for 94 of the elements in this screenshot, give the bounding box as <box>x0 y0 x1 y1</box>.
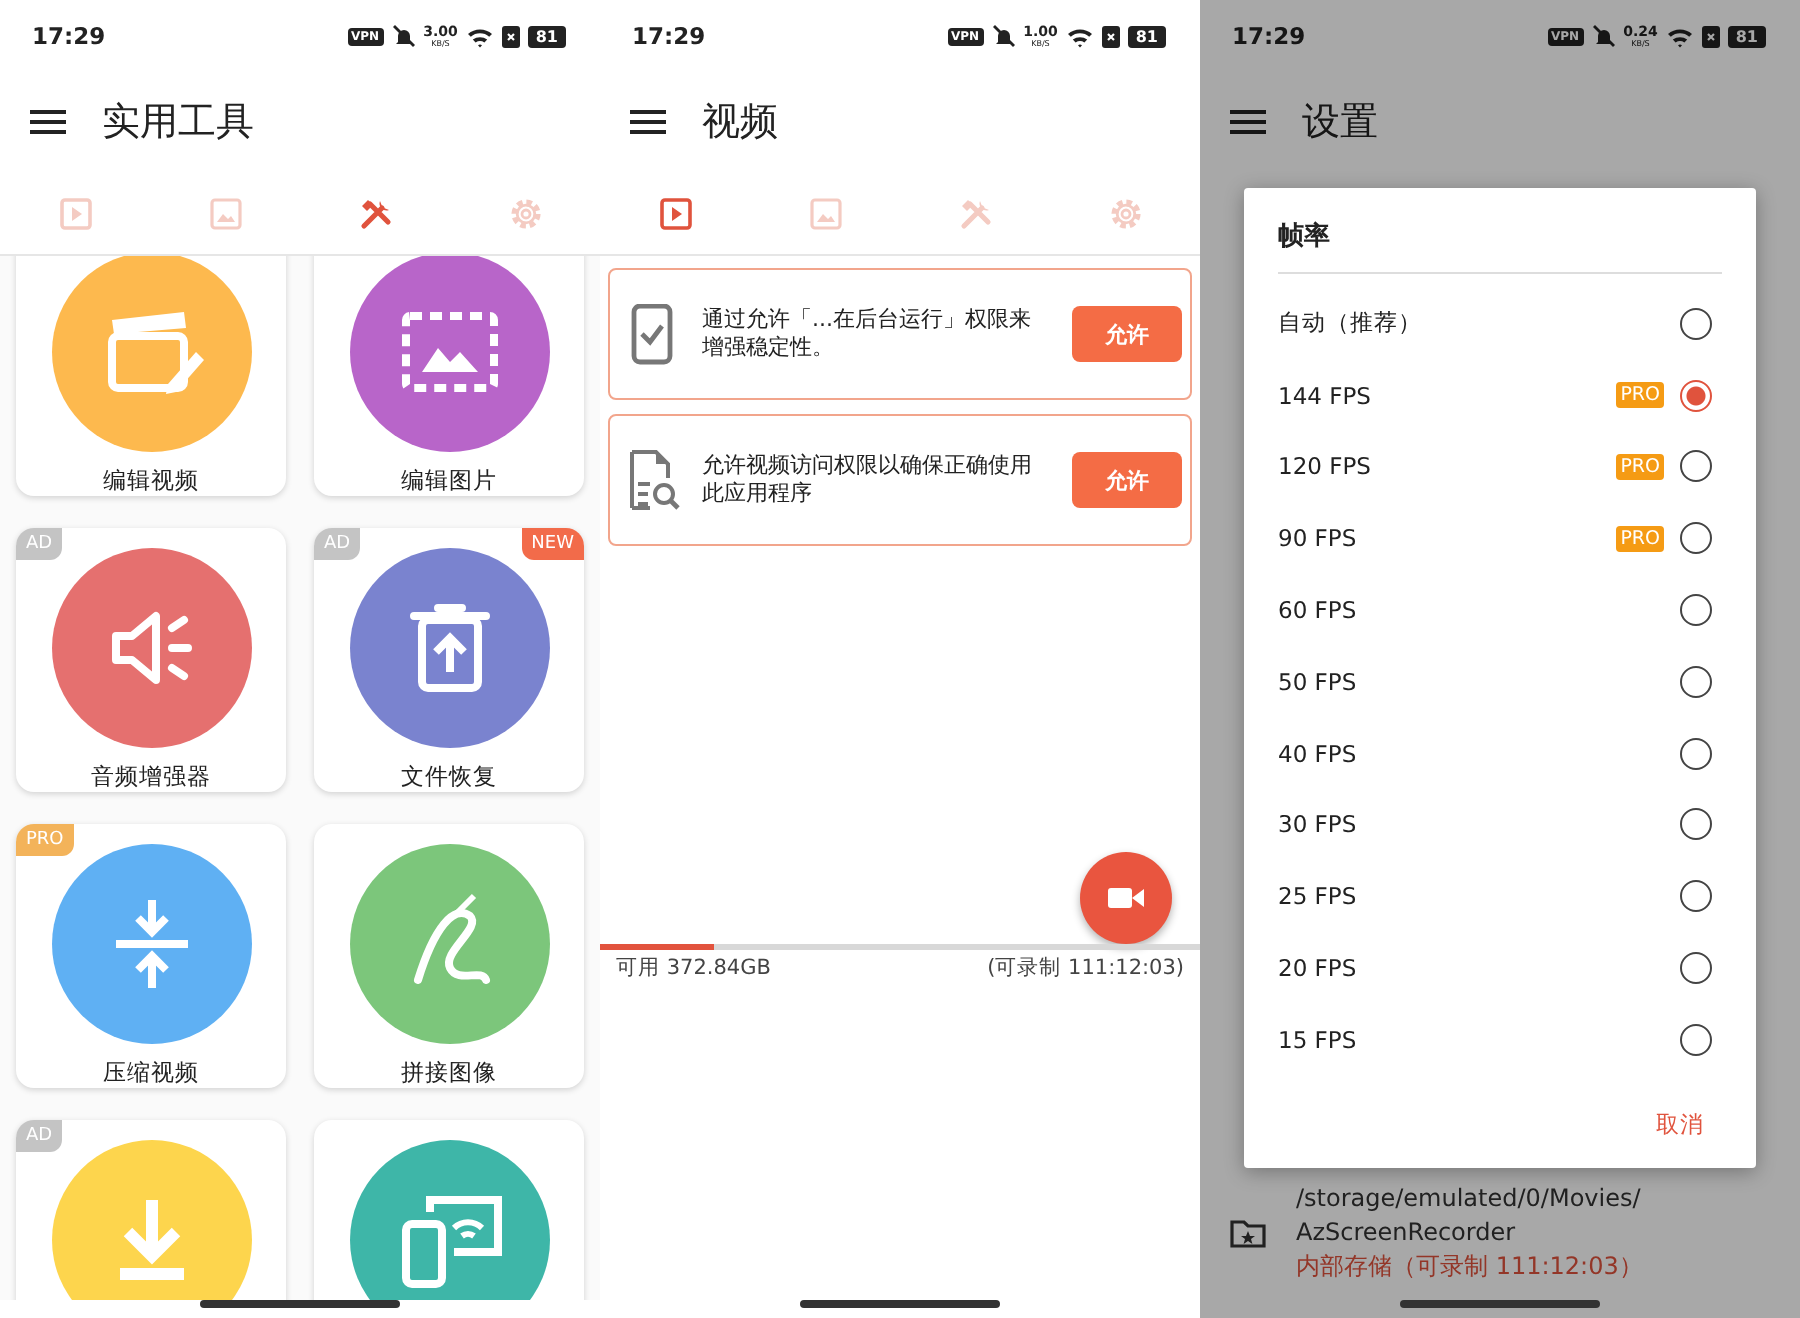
video-camera-icon <box>1108 885 1144 909</box>
tool-label: 压缩视频 <box>103 1058 199 1088</box>
tools-icon <box>957 195 993 231</box>
gear-icon <box>1107 195 1143 231</box>
folder-path: /storage/emulated/0/Movies/ AzScreenRecorder <box>1296 1182 1643 1250</box>
ad-badge: AD <box>16 528 63 560</box>
tool-card[interactable]: 拼接图像 <box>314 824 584 1088</box>
ad-badge: AD <box>16 1120 63 1152</box>
screen-title: 实用工具 <box>102 98 254 148</box>
sim-icon <box>1701 25 1720 47</box>
image-icon <box>807 195 843 231</box>
radio-button[interactable] <box>1680 737 1712 770</box>
option-label: 20 FPS <box>1278 954 1359 983</box>
permission-text: 允许视频访问权限以确保正确使用此应用程序 <box>700 452 1034 508</box>
image-icon <box>207 195 243 231</box>
tool-card[interactable]: 编辑图片 <box>314 256 584 496</box>
sim-icon <box>1101 25 1120 47</box>
wifi-icon <box>1065 25 1094 47</box>
record-time: (可录制 111:12:03) <box>987 953 1184 983</box>
play-square-icon <box>657 195 693 231</box>
tool-label: 编辑图片 <box>401 466 497 496</box>
option-label: 50 FPS <box>1278 667 1359 696</box>
pro-badge: PRO <box>1616 382 1664 409</box>
folder-star-icon <box>1230 1218 1266 1248</box>
tools-icon <box>357 195 393 231</box>
option-label: 40 FPS <box>1278 739 1359 768</box>
pro-badge: PRO <box>1616 525 1664 552</box>
document-search-icon <box>626 449 682 511</box>
radio-button[interactable] <box>1680 307 1712 340</box>
menu-icon[interactable] <box>630 108 666 136</box>
screen-title: 视频 <box>702 98 778 148</box>
tool-card[interactable]: 压缩视频 PRO <box>16 824 286 1088</box>
pro-badge: PRO <box>16 824 74 856</box>
tool-card[interactable]: 文件恢复 AD NEW <box>314 528 584 792</box>
ad-badge: AD <box>314 528 361 560</box>
muted-bell-icon <box>391 24 416 48</box>
play-square-icon <box>57 195 93 231</box>
menu-icon[interactable] <box>30 108 66 136</box>
tool-label: 音频增强器 <box>91 762 211 792</box>
frame-rate-option[interactable]: 30 FPS <box>1244 789 1756 861</box>
frame-rate-option[interactable]: 40 FPS <box>1244 717 1756 790</box>
frame-rate-option[interactable]: 15 FPS <box>1244 1003 1756 1076</box>
sim-icon <box>501 25 520 47</box>
option-label: 30 FPS <box>1278 810 1359 839</box>
frame-rate-option[interactable]: 50 FPS <box>1244 645 1756 718</box>
frame-rate-option[interactable]: 自动（推荐） <box>1244 288 1756 360</box>
clock-time: 17:29 <box>1232 22 1306 50</box>
frame-rate-option[interactable]: 90 FPS PRO <box>1244 502 1756 575</box>
tool-card[interactable]: 音频增强器 AD <box>16 528 286 792</box>
clock-time: 17:29 <box>632 22 706 50</box>
radio-button[interactable] <box>1680 880 1712 913</box>
option-label: 120 FPS <box>1278 452 1373 481</box>
tool-label: 拼接图像 <box>401 1058 497 1088</box>
frame-rate-option[interactable]: 25 FPS <box>1244 860 1756 933</box>
record-button[interactable] <box>1080 851 1172 943</box>
radio-button[interactable] <box>1680 665 1712 698</box>
storage-info: 内部存储（可录制 111:12:03） <box>1296 1250 1643 1284</box>
screen-title: 设置 <box>1302 98 1378 148</box>
frame-rate-option[interactable]: 144 FPS PRO <box>1244 359 1756 432</box>
muted-bell-icon <box>1591 24 1616 48</box>
option-label: 25 FPS <box>1278 882 1359 911</box>
frame-rate-option[interactable]: 60 FPS <box>1244 574 1756 646</box>
option-label: 15 FPS <box>1278 1025 1359 1054</box>
option-label: 60 FPS <box>1278 596 1359 625</box>
tool-card[interactable]: 编辑视频 <box>16 256 286 496</box>
clock-time: 17:29 <box>32 22 106 50</box>
radio-button[interactable] <box>1680 808 1712 841</box>
battery-level: 81 <box>1127 25 1166 47</box>
cancel-button[interactable]: 取消 <box>1648 1096 1712 1152</box>
new-badge: NEW <box>521 528 584 560</box>
wifi-icon <box>1665 25 1694 47</box>
frame-rate-option[interactable]: 20 FPS <box>1244 932 1756 1004</box>
battery-level: 81 <box>527 25 566 47</box>
free-space: 可用 372.84GB <box>616 953 771 983</box>
tool-label: 编辑视频 <box>103 466 199 496</box>
muted-bell-icon <box>991 24 1016 48</box>
option-label: 144 FPS <box>1278 381 1373 410</box>
option-label: 90 FPS <box>1278 524 1359 553</box>
radio-button[interactable] <box>1680 522 1712 555</box>
radio-button[interactable] <box>1680 1023 1712 1056</box>
menu-icon[interactable] <box>1230 108 1266 136</box>
wifi-icon <box>465 25 494 47</box>
permission-text: 通过允许「...在后台运行」权限来增强稳定性。 <box>700 306 1033 362</box>
pro-badge: PRO <box>1616 453 1664 480</box>
dialog-title: 帧率 <box>1278 188 1722 274</box>
tool-label: 文件恢复 <box>401 762 497 792</box>
radio-button[interactable] <box>1680 952 1712 985</box>
radio-button[interactable] <box>1680 450 1712 483</box>
frame-rate-option[interactable]: 120 FPS PRO <box>1244 431 1756 503</box>
option-label: 自动（推荐） <box>1278 308 1424 339</box>
radio-button[interactable] <box>1680 594 1712 627</box>
radio-button[interactable] <box>1680 379 1712 412</box>
battery-level: 81 <box>1727 25 1766 47</box>
gear-icon <box>507 195 543 231</box>
